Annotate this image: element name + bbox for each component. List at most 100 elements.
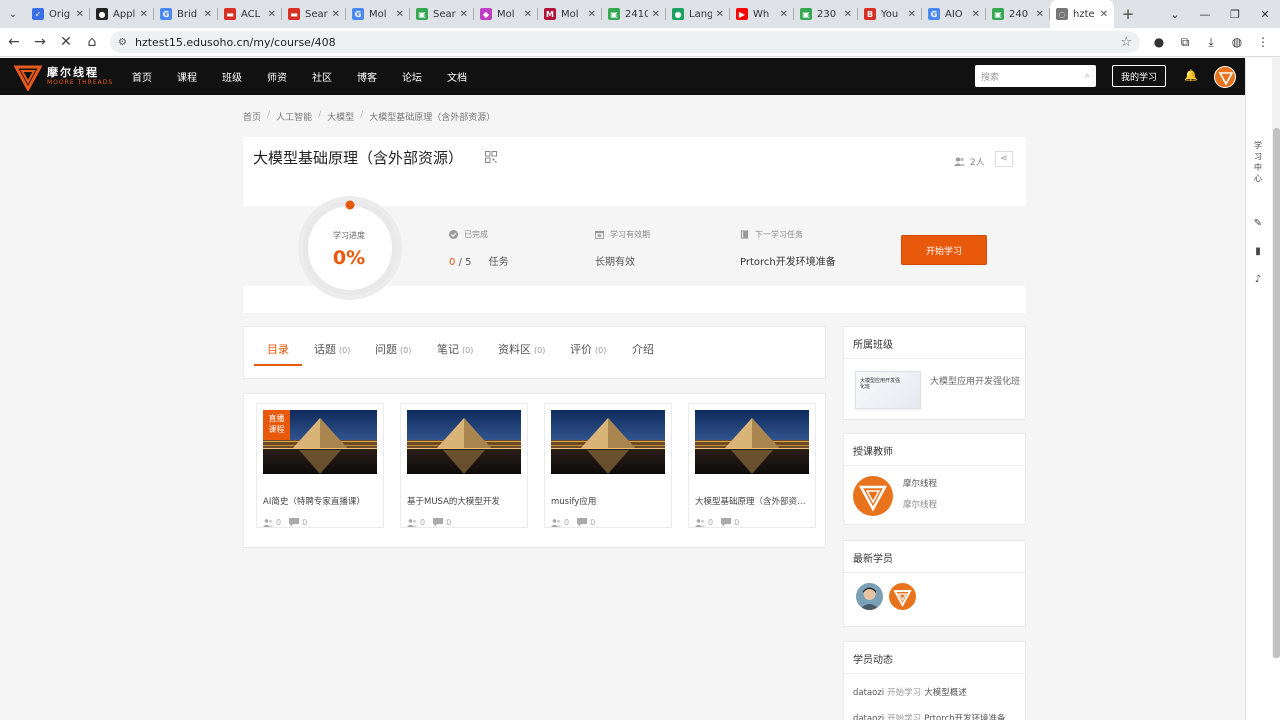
next-task-value[interactable]: Prtorch开发环境准备 — [740, 253, 836, 268]
course-tab[interactable]: 介绍 — [632, 341, 654, 357]
student-avatar[interactable] — [889, 583, 916, 610]
browser-tab[interactable]: ● Appl ✕ — [90, 0, 154, 28]
tab-close-icon[interactable]: ✕ — [716, 9, 724, 20]
browser-tab-active[interactable]: ◌ hzte ✕ — [1050, 0, 1114, 28]
lesson-card[interactable]: 直播课程 AI简史（特聘专家直播课） 0 0 — [256, 403, 384, 528]
extension-k-icon[interactable]: ● — [1146, 30, 1172, 54]
browser-tab[interactable]: G AIO ✕ — [922, 0, 986, 28]
home-icon[interactable]: ⌂ — [80, 30, 104, 54]
student-avatar[interactable] — [856, 583, 883, 610]
site-info-icon[interactable]: ⚙ — [118, 37, 127, 48]
browser-tab[interactable]: ▣ 2410 ✕ — [602, 0, 666, 28]
nav-item[interactable]: 论坛 — [402, 69, 447, 84]
browser-tab[interactable]: G Mol ✕ — [346, 0, 410, 28]
browser-tab[interactable]: ▣ Sear ✕ — [410, 0, 474, 28]
start-learning-button[interactable]: 开始学习 — [901, 235, 987, 265]
close-window-icon[interactable]: ✕ — [1250, 0, 1280, 28]
tab-close-icon[interactable]: ✕ — [588, 9, 596, 20]
activity-target[interactable]: Prtorch开发环境准备 — [924, 714, 1005, 720]
nav-item[interactable]: 班级 — [222, 69, 267, 84]
maximize-icon[interactable]: ❐ — [1220, 0, 1250, 28]
lesson-cover[interactable] — [551, 410, 665, 474]
lesson-card[interactable]: 大模型基础原理（含外部资源） 0 0 — [688, 403, 816, 528]
tab-close-icon[interactable]: ✕ — [268, 9, 276, 20]
scrollbar-thumb[interactable] — [1273, 128, 1280, 658]
tab-dropdown-icon[interactable]: ⌄ — [1160, 0, 1190, 28]
breadcrumb-item[interactable]: 首页 — [243, 110, 261, 123]
browser-tab[interactable]: B You ✕ — [858, 0, 922, 28]
my-learning-button[interactable]: 我的学习 — [1112, 65, 1166, 87]
course-tab[interactable]: 话题 (0) — [314, 341, 350, 357]
tab-close-icon[interactable]: ✕ — [972, 9, 980, 20]
bell-icon[interactable]: ♪ — [1246, 274, 1270, 285]
edit-icon[interactable]: ✎ — [1246, 218, 1270, 229]
new-tab-button[interactable]: + — [1114, 0, 1142, 28]
nav-item[interactable]: 社区 — [312, 69, 357, 84]
tab-close-icon[interactable]: ✕ — [1100, 9, 1108, 20]
minimize-icon[interactable]: — — [1190, 0, 1220, 28]
site-search-input[interactable]: 搜索 ⌕ — [975, 65, 1096, 87]
qrcode-icon[interactable] — [485, 151, 497, 163]
url-input[interactable]: ⚙ hztest15.edusoho.cn/my/course/408 ☆ — [110, 31, 1140, 53]
user-avatar[interactable] — [1214, 66, 1236, 88]
tab-close-icon[interactable]: ✕ — [332, 9, 340, 20]
teacher-avatar[interactable] — [853, 476, 893, 516]
course-tab[interactable]: 目录 — [267, 341, 289, 357]
browser-tab[interactable]: ✓ Orig ✕ — [26, 0, 90, 28]
nav-item[interactable]: 博客 — [357, 69, 402, 84]
extensions-icon[interactable]: ⧉ — [1172, 30, 1198, 54]
lesson-cover[interactable] — [695, 410, 809, 474]
tab-close-icon[interactable]: ✕ — [204, 9, 212, 20]
tab-close-icon[interactable]: ✕ — [396, 9, 404, 20]
breadcrumb-item[interactable]: 大模型 — [327, 110, 354, 123]
browser-tab[interactable]: ● Lang ✕ — [666, 0, 730, 28]
browser-tab[interactable]: ▣ 230 ✕ — [794, 0, 858, 28]
learning-center-label[interactable]: 学 习 中 心 — [1246, 140, 1270, 184]
activity-user[interactable]: dataozi — [853, 714, 884, 720]
search-icon[interactable]: ⌕ — [1085, 71, 1090, 81]
browser-menu-icon[interactable]: ⋮ — [1250, 30, 1276, 54]
stop-icon[interactable]: ✕ — [54, 30, 78, 54]
profile-avatar-icon[interactable]: ◍ — [1224, 30, 1250, 54]
download-icon[interactable]: ⤓ — [1198, 30, 1224, 54]
tab-close-icon[interactable]: ✕ — [652, 9, 660, 20]
lesson-title[interactable]: 基于MUSA的大模型开发 — [407, 495, 523, 507]
browser-tab[interactable]: G Brid ✕ — [154, 0, 218, 28]
lesson-cover[interactable] — [407, 410, 521, 474]
nav-item[interactable]: 首页 — [132, 69, 177, 84]
browser-tab[interactable]: M Mol ✕ — [538, 0, 602, 28]
course-tab[interactable]: 问题 (0) — [375, 341, 411, 357]
tab-close-icon[interactable]: ✕ — [524, 9, 532, 20]
tab-close-icon[interactable]: ✕ — [76, 9, 84, 20]
share-icon[interactable]: ⋖ — [995, 151, 1013, 167]
activity-user[interactable]: dataozi — [853, 688, 884, 698]
notebook-icon[interactable]: ▮ — [1246, 246, 1270, 257]
breadcrumb-item[interactable]: 人工智能 — [276, 110, 312, 123]
bookmark-star-icon[interactable]: ☆ — [1120, 35, 1132, 50]
nav-item[interactable]: 师资 — [267, 69, 312, 84]
nav-item[interactable]: 文档 — [447, 69, 492, 84]
lesson-title[interactable]: AI简史（特聘专家直播课） — [263, 495, 379, 507]
browser-tab[interactable]: ▶ Wh ✕ — [730, 0, 794, 28]
forward-icon[interactable]: → — [28, 30, 52, 54]
nav-item[interactable]: 课程 — [177, 69, 222, 84]
activity-target[interactable]: 大模型概述 — [924, 688, 967, 698]
lesson-title[interactable]: 大模型基础原理（含外部资源） — [695, 495, 811, 507]
course-tab[interactable]: 资料区 (0) — [498, 341, 545, 357]
tab-close-icon[interactable]: ✕ — [780, 9, 788, 20]
course-tab[interactable]: 评价 (0) — [570, 341, 606, 357]
back-icon[interactable]: ← — [2, 30, 26, 54]
tab-close-icon[interactable]: ✕ — [908, 9, 916, 20]
lesson-title[interactable]: musify应用 — [551, 495, 667, 507]
browser-tab[interactable]: ▬ Sear ✕ — [282, 0, 346, 28]
site-logo[interactable]: 摩尔线程 MOORE THREADS — [14, 63, 118, 91]
browser-tab[interactable]: ◆ Mol ✕ — [474, 0, 538, 28]
class-name-link[interactable]: 大模型应用开发强化班 — [930, 375, 1020, 389]
lesson-card[interactable]: 基于MUSA的大模型开发 0 0 — [400, 403, 528, 528]
lesson-card[interactable]: musify应用 0 0 — [544, 403, 672, 528]
teacher-name[interactable]: 摩尔线程 — [903, 477, 937, 489]
notification-bell-icon[interactable]: 🔔 — [1184, 69, 1198, 82]
browser-tab[interactable]: ▬ ACL ✕ — [218, 0, 282, 28]
tab-search-icon[interactable]: ⌄ — [0, 0, 26, 28]
browser-tab[interactable]: ▣ 240 ✕ — [986, 0, 1050, 28]
